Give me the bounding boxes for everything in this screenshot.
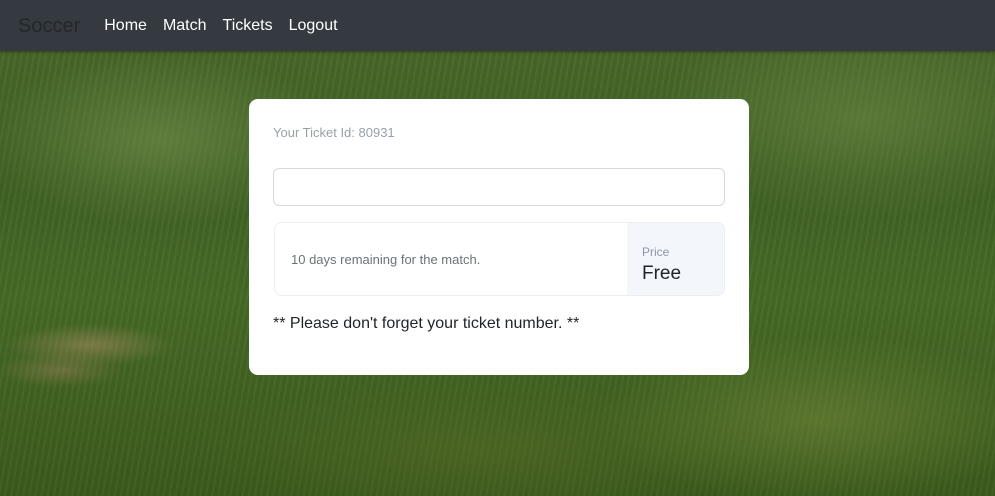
nav-link-logout[interactable]: Logout: [289, 17, 338, 34]
ticket-card: Your Ticket Id: 80931 10 days remaining …: [249, 99, 749, 375]
nav-link-tickets[interactable]: Tickets: [223, 17, 273, 34]
nav-link-home[interactable]: Home: [104, 17, 147, 34]
brand-logo[interactable]: Soccer: [18, 16, 80, 36]
nav-link-match[interactable]: Match: [163, 17, 207, 34]
ticket-number-input[interactable]: [273, 168, 725, 206]
ticket-reminder-text: ** Please don't forget your ticket numbe…: [273, 315, 580, 332]
price-label: Price: [642, 245, 670, 259]
price-value: Free: [642, 263, 682, 284]
top-navbar: Soccer Home Match Tickets Logout: [0, 0, 995, 51]
days-remaining-text: 10 days remaining for the match.: [291, 251, 481, 267]
price-panel: Price Free: [627, 223, 724, 295]
nav-links: Home Match Tickets Logout: [104, 17, 353, 34]
ticket-id-label: Your Ticket Id: 80931: [273, 125, 395, 140]
match-info-box: 10 days remaining for the match. Price F…: [274, 222, 725, 296]
